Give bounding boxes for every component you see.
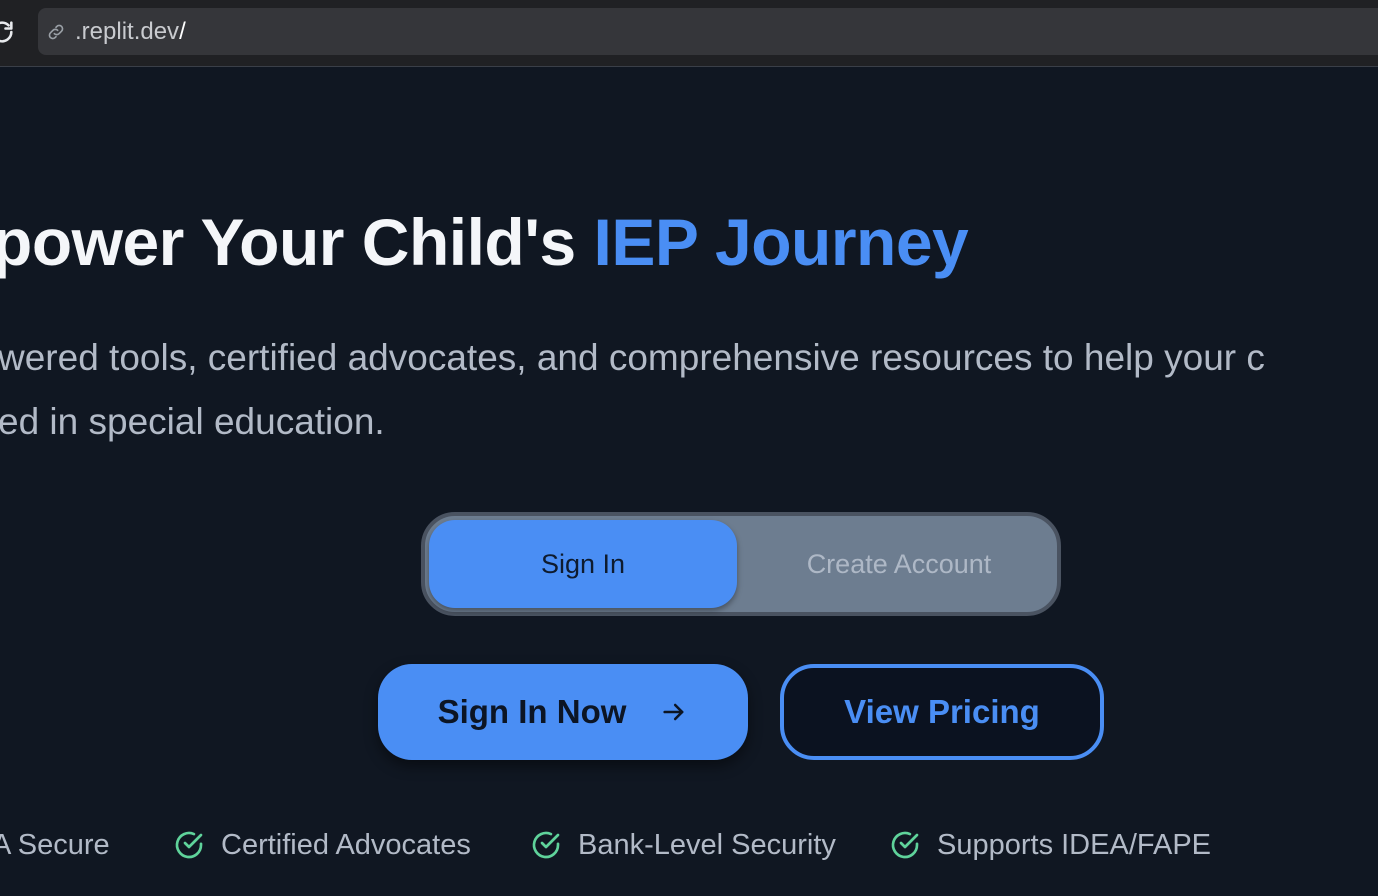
url-host: .replit.dev	[75, 18, 180, 45]
view-pricing-label: View Pricing	[844, 693, 1040, 730]
hero-subtitle-line-1: wered tools, certified advocates, and co…	[0, 337, 1265, 378]
tab-create-account[interactable]: Create Account	[741, 520, 1057, 608]
url-path: /	[179, 18, 186, 45]
link-icon	[48, 24, 64, 40]
address-bar[interactable]: .replit.dev/	[38, 8, 1378, 55]
hero-title-accent: IEP Journey	[593, 205, 969, 279]
sign-in-now-label: Sign In Now	[437, 693, 627, 730]
hero-subtitle-line-2: ed in special education.	[0, 401, 385, 442]
trust-badge-label: Certified Advocates	[221, 828, 471, 861]
trust-badge-label: A Secure	[0, 828, 110, 861]
check-circle-icon	[175, 831, 203, 859]
trust-badge: Certified Advocates	[173, 824, 471, 866]
check-circle-icon	[532, 831, 560, 859]
sign-in-now-button[interactable]: Sign In Now	[378, 664, 748, 760]
hero-title: power Your Child's IEP Journey	[0, 202, 969, 282]
trust-badge: A Secure	[0, 824, 110, 866]
trust-badge-label: Bank-Level Security	[578, 828, 836, 861]
url-text: .replit.dev/	[75, 18, 186, 46]
tab-sign-in[interactable]: Sign In	[429, 520, 737, 608]
hero-subtitle: wered tools, certified advocates, and co…	[0, 326, 1265, 454]
trust-badge: Supports IDEA/FAPE	[889, 824, 1211, 866]
trust-badge: Bank-Level Security	[530, 824, 836, 866]
check-circle-icon	[891, 831, 919, 859]
auth-toggle: Sign In Create Account	[421, 512, 1061, 616]
view-pricing-button[interactable]: View Pricing	[780, 664, 1104, 760]
browser-toolbar: .replit.dev/	[0, 0, 1378, 67]
reload-icon[interactable]	[0, 18, 16, 46]
trust-badge-label: Supports IDEA/FAPE	[937, 828, 1212, 861]
arrow-right-icon	[663, 703, 684, 721]
hero-title-main: power Your Child's	[0, 205, 594, 279]
